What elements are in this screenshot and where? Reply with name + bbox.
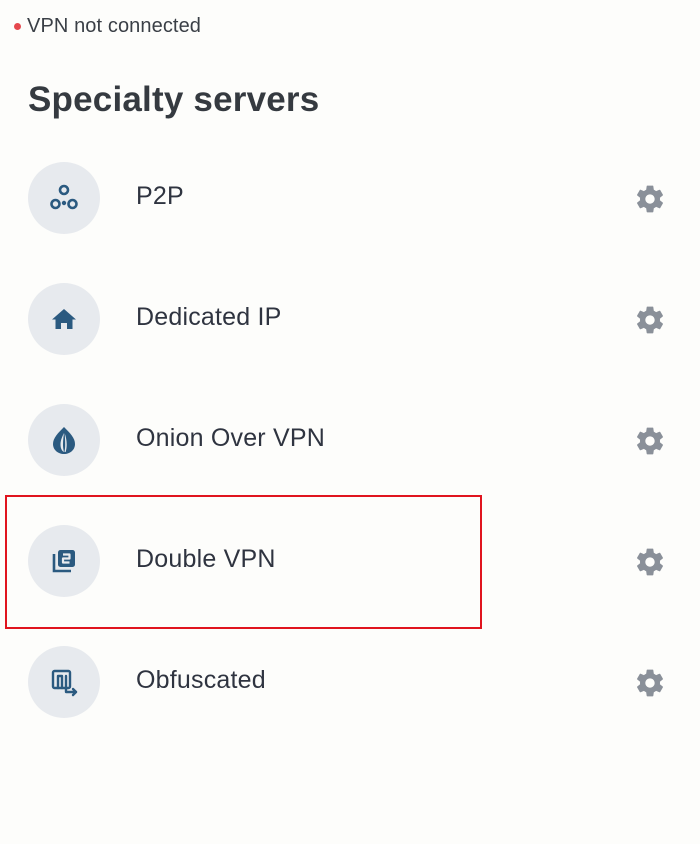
settings-gear-icon[interactable] xyxy=(633,424,667,458)
server-row-onion-over-vpn[interactable]: Onion Over VPN xyxy=(0,380,700,501)
status-text: VPN not connected xyxy=(27,14,202,37)
server-label: P2P xyxy=(136,182,184,210)
server-label: Obfuscated xyxy=(136,666,266,694)
server-row-p2p[interactable]: P2P xyxy=(0,138,700,259)
server-label: Double VPN xyxy=(136,545,276,573)
settings-gear-icon[interactable] xyxy=(633,303,667,337)
section-title: Specialty servers xyxy=(28,80,320,119)
settings-gear-icon[interactable] xyxy=(633,666,667,700)
vpn-status: VPN not connected xyxy=(14,14,201,38)
icon-badge xyxy=(28,404,100,476)
server-row-dedicated-ip[interactable]: Dedicated IP xyxy=(0,259,700,380)
p2p-icon xyxy=(50,184,78,210)
settings-gear-icon[interactable] xyxy=(633,182,667,216)
server-row-double-vpn[interactable]: Double VPN xyxy=(0,501,700,622)
onion-icon xyxy=(53,427,75,454)
icon-badge xyxy=(28,162,100,234)
icon-badge xyxy=(28,525,100,597)
status-dot-icon xyxy=(14,22,21,30)
obfuscated-icon xyxy=(51,669,78,697)
double-vpn-icon xyxy=(52,550,75,573)
icon-badge xyxy=(28,646,100,718)
specialty-servers-screen: VPN not connected Specialty servers P2P xyxy=(0,0,700,844)
settings-gear-icon[interactable] xyxy=(633,545,667,579)
icon-badge xyxy=(28,283,100,355)
server-label: Onion Over VPN xyxy=(136,424,325,452)
server-row-obfuscated[interactable]: Obfuscated xyxy=(0,622,700,743)
house-icon xyxy=(52,309,76,329)
server-label: Dedicated IP xyxy=(136,303,282,331)
